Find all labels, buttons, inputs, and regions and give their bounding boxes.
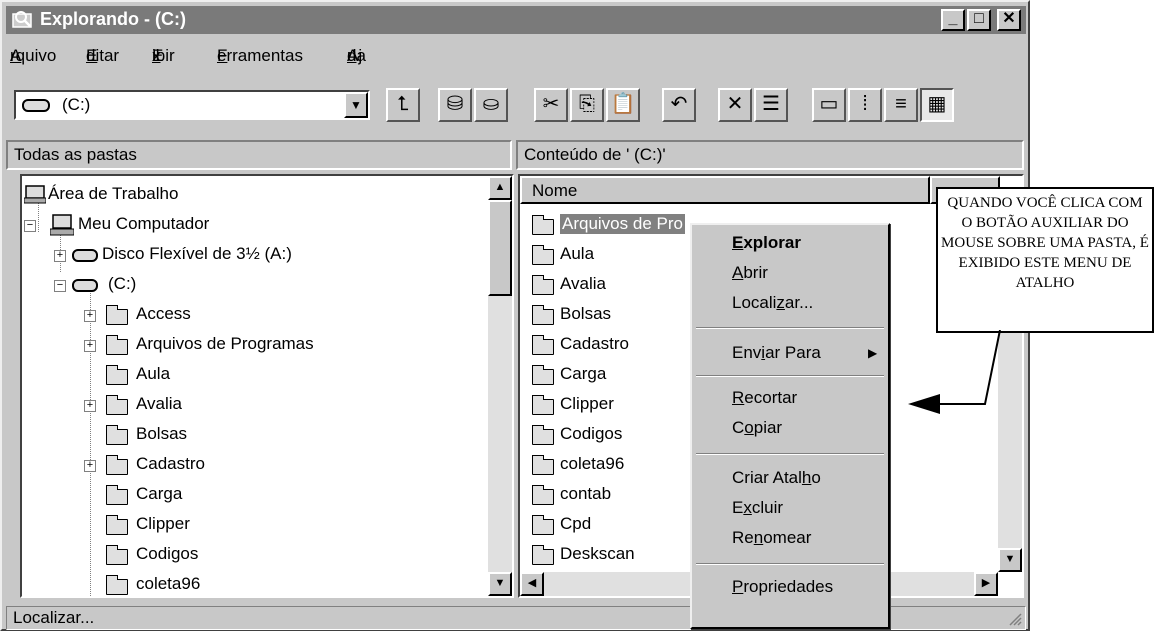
folder-icon (105, 485, 128, 505)
menu-separator (696, 563, 884, 565)
folder-icon (105, 545, 128, 565)
menu-item-criar-atalho[interactable]: Criar Atalho (732, 468, 821, 488)
title-bar[interactable]: Explorando - (C:) _ □ ✕ (6, 6, 1026, 34)
paste-button[interactable]: 📋 (606, 88, 640, 122)
large-icons-button[interactable]: ▭ (812, 88, 846, 122)
folder-icon (531, 215, 554, 235)
menu-separator (696, 453, 884, 455)
expand-icon[interactable]: + (84, 310, 96, 322)
scroll-down-arrow-icon[interactable]: ▼ (488, 572, 512, 596)
scroll-down-arrow-icon[interactable]: ▼ (998, 548, 1022, 572)
folder-icon (105, 395, 128, 415)
folder-icon (105, 515, 128, 535)
details-view-button[interactable]: ▦ (920, 88, 954, 122)
undo-button[interactable]: ↶ (662, 88, 696, 122)
menu-item-propriedades[interactable]: Propriedades (732, 577, 833, 597)
computer-icon (50, 214, 74, 236)
address-combo[interactable]: (C:) ▼ (14, 90, 370, 120)
scroll-right-arrow-icon[interactable]: ▶ (974, 572, 998, 596)
delete-button[interactable]: ✕ (718, 88, 752, 122)
cut-button[interactable]: ✂ (534, 88, 568, 122)
menu-item-excluir[interactable]: Excluir (732, 498, 783, 518)
chevron-down-icon[interactable]: ▼ (344, 92, 368, 118)
folder-icon (531, 515, 554, 535)
folder-icon (105, 335, 128, 355)
window-title: Explorando - (C:) (40, 9, 186, 29)
right-pane-header: Conteúdo de ' (C:)' (516, 140, 1024, 170)
menu-item-abrir[interactable]: Abrir (732, 263, 768, 283)
expand-icon[interactable]: + (84, 460, 96, 472)
menu-item-explorar[interactable]: Explorar (732, 233, 801, 253)
folder-icon (531, 395, 554, 415)
scroll-up-arrow-icon[interactable]: ▲ (488, 176, 512, 200)
close-button[interactable]: ✕ (997, 9, 1021, 31)
menu-separator (696, 375, 884, 377)
small-icons-button[interactable]: ⁞ (848, 88, 882, 122)
menu-item-copiar[interactable]: Copiar (732, 418, 782, 438)
left-pane-header: Todas as pastas (6, 140, 512, 170)
address-value: (C:) (62, 95, 91, 114)
column-header-name[interactable]: Nome (520, 176, 930, 204)
menu-separator (696, 327, 884, 329)
folder-icon (531, 485, 554, 505)
tree-vertical-scrollbar[interactable]: ▲ ▼ (488, 176, 512, 596)
context-menu: Explorar Abrir Localizar... Enviar Para … (690, 223, 890, 629)
callout-arrow-icon (908, 330, 1001, 414)
menu-item-localizar[interactable]: Localizar... (732, 293, 813, 313)
hard-drive-icon (72, 279, 98, 292)
floppy-drive-icon (72, 249, 98, 262)
expand-icon[interactable]: + (84, 400, 96, 412)
folder-icon (531, 425, 554, 445)
menu-item-renomear[interactable]: Renomear (732, 528, 811, 548)
folder-icon (105, 425, 128, 445)
collapse-icon[interactable]: − (24, 220, 36, 232)
folder-icon (531, 275, 554, 295)
folder-icon (105, 365, 128, 385)
folder-icon (531, 245, 554, 265)
properties-button[interactable]: ☰ (754, 88, 788, 122)
folder-icon (531, 545, 554, 565)
expand-icon[interactable]: + (54, 250, 66, 262)
hard-drive-icon (22, 99, 50, 112)
folder-icon (105, 575, 128, 595)
minimize-button[interactable]: _ (941, 9, 965, 31)
list-view-button[interactable]: ≡ (884, 88, 918, 122)
resize-grip-icon[interactable] (1006, 610, 1022, 626)
desktop-icon (24, 185, 46, 204)
menu-item-enviar-para[interactable]: Enviar Para (732, 343, 821, 363)
folder-tree: Área de Trabalho − Meu Computador + Disc… (20, 174, 514, 598)
folder-icon (531, 365, 554, 385)
folder-icon (531, 335, 554, 355)
folder-icon (531, 455, 554, 475)
scroll-left-arrow-icon[interactable]: ◀ (520, 572, 544, 596)
expand-icon[interactable]: + (84, 340, 96, 352)
toolbar: (C:) ▼ ⮤ ⛁ ⛀ ✂ ⎘ 📋 ↶ ✕ ☰ ▭ ⁞ ≡ ▦ (6, 72, 1026, 136)
folder-icon (105, 305, 128, 325)
map-drive-button[interactable]: ⛁ (438, 88, 472, 122)
collapse-icon[interactable]: − (54, 280, 66, 292)
maximize-button[interactable]: □ (967, 9, 991, 31)
disconnect-drive-button[interactable]: ⛀ (474, 88, 508, 122)
up-folder-button[interactable]: ⮤ (386, 88, 420, 122)
explorer-app-icon (12, 11, 32, 28)
menu-item-recortar[interactable]: Recortar (732, 388, 797, 408)
scroll-thumb[interactable] (488, 200, 512, 296)
annotation-callout: QUANDO VOCÊ CLICA COM O BOTÃO AUXILIAR D… (936, 187, 1154, 333)
folder-icon (105, 455, 128, 475)
folder-icon (531, 305, 554, 325)
submenu-arrow-icon: ▶ (868, 346, 878, 360)
copy-button[interactable]: ⎘ (570, 88, 604, 122)
